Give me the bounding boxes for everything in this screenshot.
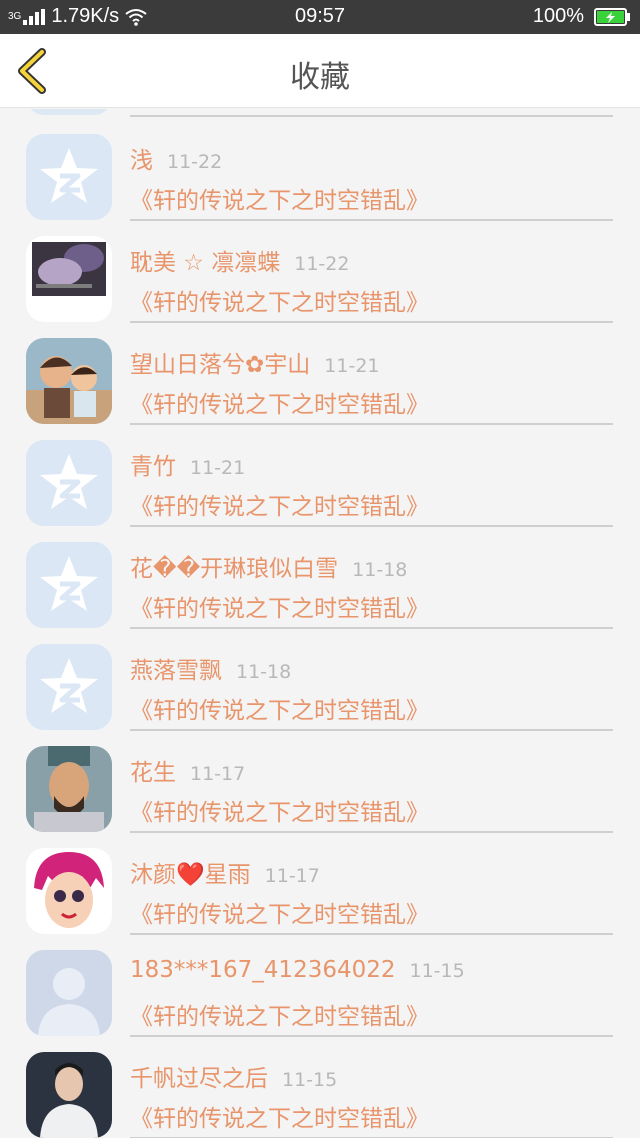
avatar xyxy=(26,236,112,322)
pink-hair-cartoon-avatar xyxy=(26,848,112,934)
status-bar: 3G 1.79K/s 09:57 100% xyxy=(0,0,640,34)
list-item[interactable]: 望山日落兮✿宇山 11-21 《轩的传说之下之时空错乱》 xyxy=(0,313,640,425)
book-title[interactable]: 《轩的传说之下之时空错乱》 xyxy=(130,589,429,623)
avatar xyxy=(26,440,112,526)
date: 11-18 xyxy=(352,559,408,581)
qzone-star-icon xyxy=(26,644,112,730)
avatar xyxy=(26,848,112,934)
date: 11-21 xyxy=(190,457,246,479)
list-item[interactable]: 青竹 11-21 《轩的传说之下之时空错乱》 xyxy=(0,415,640,527)
user-name: 千帆过尽之后 xyxy=(130,1066,268,1092)
user-name: 花��开琳琅似白雪 xyxy=(130,556,339,582)
qzone-star-icon xyxy=(26,440,112,526)
date: 11-15 xyxy=(282,1069,338,1091)
avatar xyxy=(26,134,112,220)
book-title[interactable]: 《轩的传说之下之时空错乱》 xyxy=(130,181,429,215)
qzone-star-icon xyxy=(26,542,112,628)
book-title[interactable]: 《轩的传说之下之时空错乱》 xyxy=(130,1099,429,1133)
list-item[interactable]: 浅 11-22 《轩的传说之下之时空错乱》 xyxy=(0,109,640,221)
list-item[interactable]: 183***167_412364022 11-15 《轩的传说之下之时空错乱》 xyxy=(0,925,640,1037)
user-name: 青竹 xyxy=(130,454,176,480)
avatar xyxy=(26,950,112,1036)
book-title[interactable]: 《轩的传说之下之时空错乱》 xyxy=(130,487,429,521)
user-name: 耽美 ☆ 凛凛蝶 xyxy=(130,250,281,276)
favorites-list: 浅 11-22 《轩的传说之下之时空错乱》 耽美 ☆ 凛凛蝶 11-22 《轩的传说… xyxy=(0,109,640,1138)
list-item[interactable]: 花��开琳琅似白雪 11-18 《轩的传说之下之时空错乱》 xyxy=(0,517,640,629)
book-title[interactable]: 《轩的传说之下之时空错乱》 xyxy=(130,997,429,1031)
purple-photo-avatar xyxy=(26,236,112,322)
date: 11-17 xyxy=(264,865,320,887)
book-title[interactable]: 《轩的传说之下之时空错乱》 xyxy=(130,385,429,419)
default-person-icon xyxy=(26,950,112,1036)
man-in-white-avatar xyxy=(26,1052,112,1138)
book-title[interactable]: 《轩的传说之下之时空错乱》 xyxy=(130,691,429,725)
status-bar-right: 100% xyxy=(533,5,630,28)
date: 11-21 xyxy=(324,355,380,377)
date: 11-18 xyxy=(236,661,292,683)
list-item[interactable]: 燕落雪飘 11-18 《轩的传说之下之时空错乱》 xyxy=(0,619,640,731)
date: 11-22 xyxy=(167,151,223,173)
avatar xyxy=(26,542,112,628)
header: 收藏 xyxy=(0,34,640,108)
date: 11-22 xyxy=(294,253,350,275)
avatar xyxy=(26,746,112,832)
book-title[interactable]: 《轩的传说之下之时空错乱》 xyxy=(130,895,429,929)
avatar xyxy=(26,338,112,424)
page-title: 收藏 xyxy=(290,60,350,95)
book-title[interactable]: 《轩的传说之下之时空错乱》 xyxy=(130,283,429,317)
battery-percent: 100% xyxy=(532,5,584,27)
list-item[interactable]: 千帆过尽之后 11-15 《轩的传说之下之时空错乱》 xyxy=(0,1027,640,1138)
user-name: 沐颜❤️星雨 xyxy=(130,862,251,888)
avatar xyxy=(26,1052,112,1138)
avatar xyxy=(26,644,112,730)
battery-charging-icon xyxy=(594,7,630,26)
warrior-portrait-avatar xyxy=(26,746,112,832)
list-item[interactable]: 耽美 ☆ 凛凛蝶 11-22 《轩的传说之下之时空错乱》 xyxy=(0,211,640,323)
book-title[interactable]: 《轩的传说之下之时空错乱》 xyxy=(130,793,429,827)
list-item[interactable]: 花生 11-17 《轩的传说之下之时空错乱》 xyxy=(0,721,640,833)
list-item[interactable]: 沐颜❤️星雨 11-17 《轩的传说之下之时空错乱》 xyxy=(0,823,640,935)
user-name: 花生 xyxy=(130,760,176,786)
user-name: 183***167_412364022 xyxy=(130,957,396,983)
user-name: 浅 xyxy=(130,148,153,174)
cartoon-family-avatar xyxy=(26,338,112,424)
user-name: 燕落雪飘 xyxy=(130,658,222,684)
qzone-star-icon xyxy=(26,134,112,220)
date: 11-15 xyxy=(409,960,465,982)
date: 11-17 xyxy=(190,763,246,785)
user-name: 望山日落兮✿宇山 xyxy=(130,352,311,378)
